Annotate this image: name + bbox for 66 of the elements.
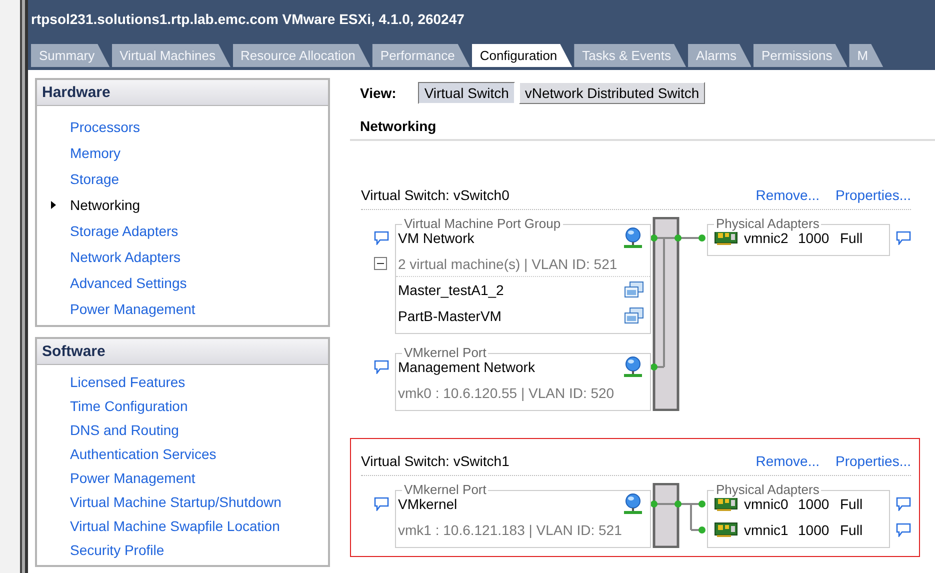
sidebar-item[interactable]: Power Management [70, 470, 196, 486]
window-title: rtpsol231.solutions1.rtp.lab.emc.com VMware ESXi, 4.1.0, 260247 [31, 10, 466, 29]
sidebar-item[interactable]: Time Configuration [70, 398, 188, 414]
vm-name[interactable]: Master_testA1_2 [398, 282, 624, 298]
sidebar-item[interactable]: Storage Adapters [70, 223, 178, 239]
sidebar-item[interactable]: Memory [70, 145, 121, 161]
sidebar-item[interactable]: Network Adapters [70, 249, 180, 265]
port-group-details: 2 virtual machine(s) | VLAN ID: 521 [398, 256, 618, 272]
comment-icon[interactable] [374, 497, 389, 511]
collapse-icon[interactable] [374, 257, 387, 270]
group-legend: Physical Adapters [714, 216, 822, 232]
sidebar-item[interactable]: Virtual Machine Startup/Shutdown [70, 494, 282, 510]
tab[interactable]: Configuration [472, 44, 572, 67]
switch-title: Virtual Switch: vSwitch1 [361, 453, 510, 469]
adapter-name: vmnic1 [744, 522, 790, 538]
adapter-speed: 1000 [798, 230, 830, 246]
action-link[interactable]: Remove... [756, 187, 820, 203]
vm-icon [624, 307, 644, 325]
sidebar-item[interactable]: Processors [70, 119, 140, 135]
globe-icon [622, 227, 644, 249]
globe-icon [622, 356, 644, 378]
sidebar-item[interactable]: Authentication Services [70, 446, 216, 462]
view-toggle-button[interactable]: Virtual Switch [418, 82, 515, 104]
port-group-name: Management Network [398, 359, 536, 375]
comment-icon[interactable] [374, 231, 389, 245]
group-legend: Physical Adapters [714, 482, 822, 498]
adapter-duplex: Full [840, 522, 863, 538]
port-group-name: VM Network [398, 230, 476, 246]
comment-icon[interactable] [896, 523, 911, 537]
sidebar-item[interactable]: Virtual Machine Swapfile Location [70, 518, 280, 534]
action-link[interactable]: Remove... [756, 453, 820, 469]
vm-icon [624, 281, 644, 299]
sidebar-item[interactable]: DNS and Routing [70, 422, 179, 438]
sidebar-item[interactable]: Advanced Settings [70, 275, 187, 291]
view-toggle-button[interactable]: vNetwork Distributed Switch [518, 82, 706, 104]
adapter-duplex: Full [840, 496, 863, 512]
group-legend: Virtual Machine Port Group [402, 216, 563, 232]
network-card-icon [714, 522, 738, 538]
adapter-name: vmnic0 [744, 496, 788, 512]
pointer-icon [51, 201, 56, 209]
vm-name[interactable]: PartB-MasterVM [398, 308, 624, 324]
sidebar-item[interactable]: Security Profile [70, 542, 164, 558]
section-heading: Networking [350, 104, 935, 141]
network-card-icon [714, 496, 738, 512]
comment-icon[interactable] [896, 231, 911, 245]
action-link[interactable]: Properties... [836, 453, 911, 469]
sidebar-item[interactable]: Networking [70, 197, 140, 213]
comment-icon[interactable] [896, 497, 911, 511]
adapter-duplex: Full [840, 230, 863, 246]
globe-icon [622, 493, 644, 515]
port-group-name: VMkernel [398, 496, 458, 512]
view-label: View: [360, 85, 396, 101]
adapter-speed: 1000 [798, 496, 830, 512]
comment-icon[interactable] [374, 360, 389, 374]
adapter-name: vmnic2 [744, 230, 788, 246]
sidebar-item[interactable]: Licensed Features [70, 374, 186, 390]
sidebar-item[interactable]: Power Management [70, 301, 196, 317]
adapter-speed: 1000 [798, 522, 830, 538]
network-card-icon [714, 230, 738, 246]
action-link[interactable]: Properties... [836, 187, 911, 203]
section-title: Software [37, 339, 328, 365]
port-group-details: vmk0 : 10.6.120.55 | VLAN ID: 520 [398, 385, 614, 401]
section-title: Hardware [37, 80, 328, 106]
port-group-details: vmk1 : 10.6.121.183 | VLAN ID: 521 [398, 522, 622, 538]
switch-title: Virtual Switch: vSwitch0 [361, 187, 510, 203]
sidebar-item[interactable]: Storage [70, 171, 120, 187]
